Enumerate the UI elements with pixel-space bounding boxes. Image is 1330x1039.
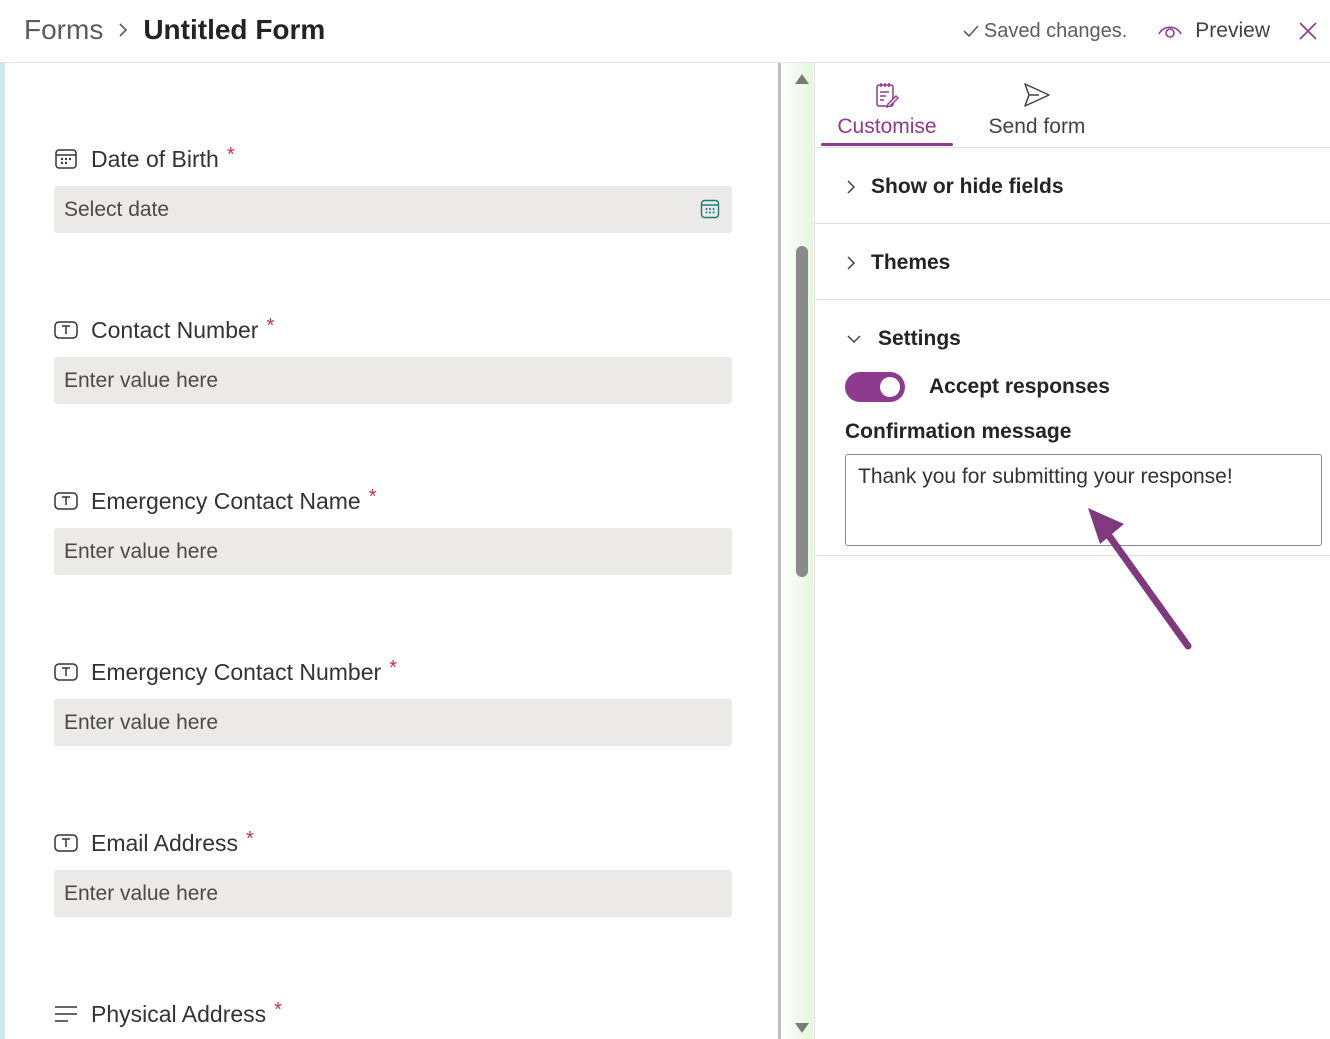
section-themes: Themes xyxy=(815,224,1330,300)
field-label: Emergency Contact Name xyxy=(91,487,361,514)
accept-responses-label: Accept responses xyxy=(929,375,1110,398)
saved-status: Saved changes. xyxy=(962,20,1127,43)
scrollbar-thumb[interactable] xyxy=(796,246,808,577)
scroll-up-arrow-icon[interactable] xyxy=(795,74,809,84)
eye-icon xyxy=(1158,26,1183,38)
accept-responses-toggle[interactable] xyxy=(845,372,905,402)
customise-icon xyxy=(875,79,899,111)
required-marker: * xyxy=(368,485,377,508)
field-emergency-contact-number[interactable]: Emergency Contact Number * Enter value h… xyxy=(54,657,732,746)
toggle-knob xyxy=(880,377,900,397)
text-field-icon xyxy=(54,661,80,683)
tab-customise[interactable]: Customise xyxy=(821,79,953,139)
chevron-right-icon xyxy=(117,21,129,39)
tab-label: Send form xyxy=(988,115,1086,138)
accept-responses-row: Accept responses xyxy=(845,372,1110,402)
canvas-left-edge xyxy=(0,63,5,1039)
required-marker: * xyxy=(389,656,397,679)
panel-tabs: Customise Send form xyxy=(815,63,1330,148)
chevron-right-icon xyxy=(845,254,871,272)
text-input[interactable]: Enter value here xyxy=(54,870,732,917)
input-placeholder: Enter value here xyxy=(64,368,219,392)
calendar-picker-icon[interactable] xyxy=(700,199,720,225)
date-picker-input[interactable]: Select date xyxy=(54,186,732,233)
checkmark-icon xyxy=(963,25,979,38)
preview-label: Preview xyxy=(1195,19,1270,42)
field-email-address[interactable]: Email Address * Enter value here xyxy=(54,828,732,917)
tab-send-form[interactable]: Send form xyxy=(973,79,1101,139)
tab-label: Customise xyxy=(837,115,937,138)
field-label: Date of Birth xyxy=(91,145,219,172)
text-input[interactable]: Enter value here xyxy=(54,357,732,404)
text-field-icon xyxy=(54,832,80,854)
page-title: Untitled Form xyxy=(143,14,326,45)
show-hide-fields-toggle[interactable]: Show or hide fields xyxy=(845,175,1064,199)
field-date-of-birth[interactable]: Date of Birth * Select date xyxy=(54,144,732,233)
close-button[interactable] xyxy=(1298,21,1318,41)
section-title: Settings xyxy=(878,327,961,350)
annotation-arrow-icon xyxy=(1088,508,1192,650)
settings-toggle[interactable]: Settings xyxy=(845,327,961,351)
preview-button[interactable]: Preview xyxy=(1157,19,1270,43)
top-bar: Forms Untitled Form Saved changes. Previ… xyxy=(0,0,1330,63)
active-tab-indicator xyxy=(821,143,953,146)
input-placeholder: Enter value here xyxy=(64,710,219,734)
field-label: Email Address xyxy=(91,829,239,856)
text-field-icon xyxy=(54,319,80,341)
chevron-down-icon xyxy=(845,333,878,345)
field-physical-address[interactable]: Physical Address * xyxy=(54,999,732,1029)
saved-status-text: Saved changes. xyxy=(983,19,1128,42)
section-show-hide-fields: Show or hide fields xyxy=(815,148,1330,224)
breadcrumb: Forms Untitled Form xyxy=(24,14,325,46)
text-field-icon xyxy=(54,490,80,512)
date-placeholder: Select date xyxy=(64,197,170,221)
field-label: Physical Address xyxy=(91,1000,267,1027)
input-placeholder: Enter value here xyxy=(64,881,219,905)
required-marker: * xyxy=(266,314,275,337)
field-label: Emergency Contact Number xyxy=(91,658,382,685)
text-input[interactable]: Enter value here xyxy=(54,699,732,746)
field-emergency-contact-name[interactable]: Emergency Contact Name * Enter value her… xyxy=(54,486,732,575)
field-label: Contact Number xyxy=(91,316,259,343)
close-icon xyxy=(1299,22,1317,40)
required-marker: * xyxy=(246,827,254,850)
chevron-right-icon xyxy=(845,178,871,196)
breadcrumb-forms-link[interactable]: Forms xyxy=(24,14,103,46)
field-contact-number[interactable]: Contact Number * Enter value here xyxy=(54,315,732,404)
required-marker: * xyxy=(226,143,235,166)
input-placeholder: Enter value here xyxy=(64,539,219,563)
confirmation-message-label: Confirmation message xyxy=(845,420,1072,443)
scroll-down-arrow-icon[interactable] xyxy=(795,1023,809,1033)
send-icon xyxy=(1023,79,1051,111)
calendar-icon xyxy=(54,148,80,170)
text-input[interactable]: Enter value here xyxy=(54,528,732,575)
section-title: Show or hide fields xyxy=(871,175,1064,198)
required-marker: * xyxy=(274,998,282,1021)
multiline-text-icon xyxy=(54,1003,80,1025)
themes-toggle[interactable]: Themes xyxy=(845,251,950,275)
section-title: Themes xyxy=(871,251,951,274)
